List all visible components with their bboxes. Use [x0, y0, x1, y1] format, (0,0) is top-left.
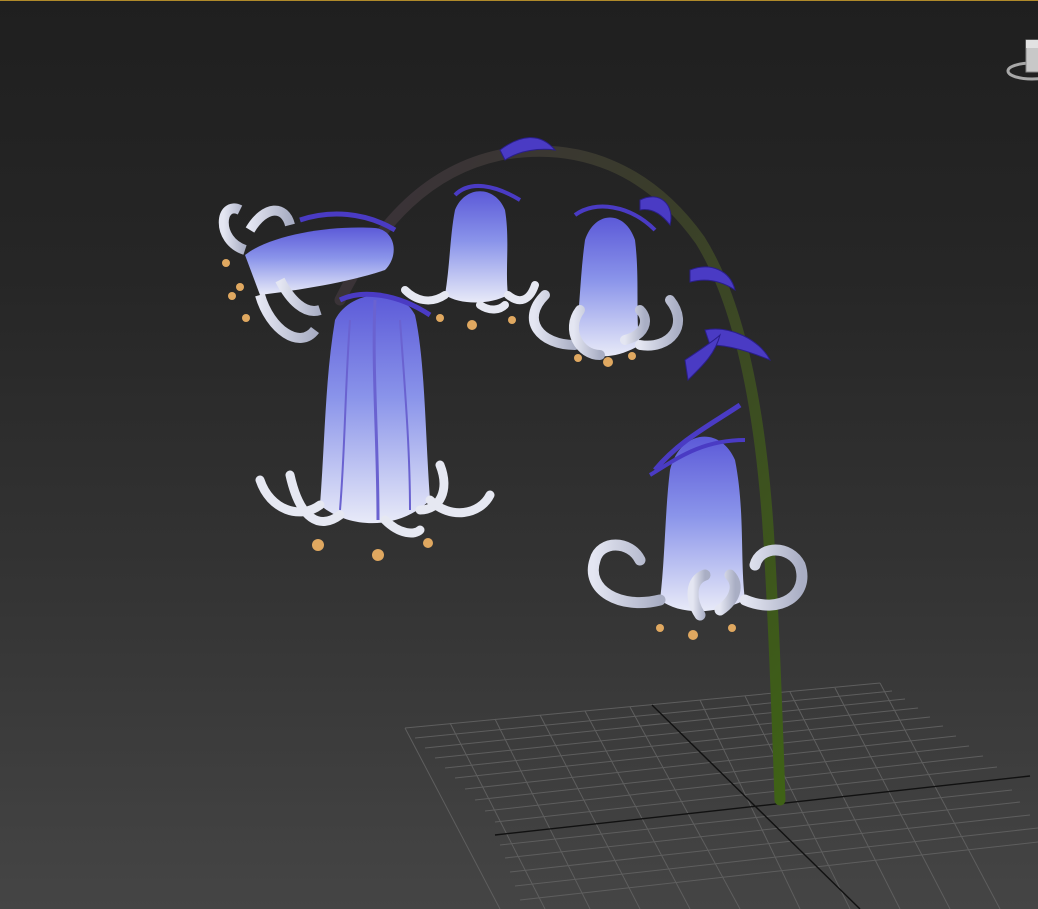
scene-canvas[interactable]: [0, 0, 1038, 909]
bluebell-flower-3[interactable]: [401, 183, 539, 330]
viewcube-icon[interactable]: [1004, 38, 1038, 86]
perspective-viewport[interactable]: [0, 0, 1038, 909]
bluebell-flower-4[interactable]: [528, 204, 683, 367]
home-grid: [404, 682, 1038, 909]
